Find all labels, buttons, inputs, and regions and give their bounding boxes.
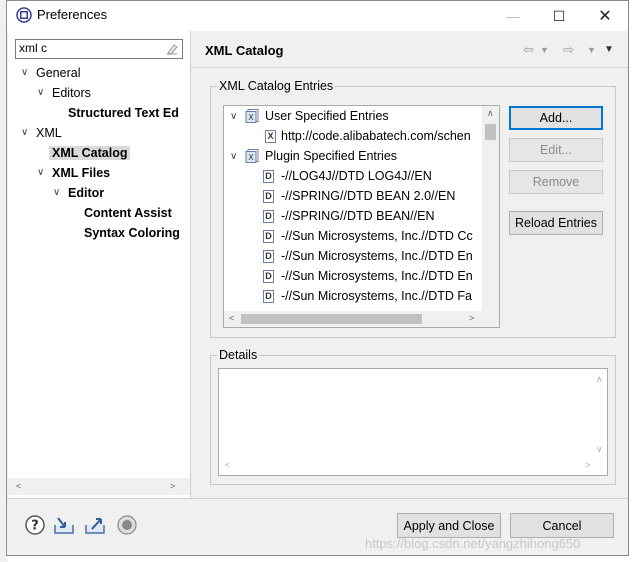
catalog-icon: X [245,149,259,163]
svg-text:?: ? [31,519,39,534]
scroll-left-arrow-icon[interactable]: < [225,460,230,470]
add-button[interactable]: Add... [509,106,603,130]
xml-catalog-entries-label: XML Catalog Entries [217,79,336,93]
forward-dropdown-icon[interactable]: ▼ [587,45,596,55]
collapse-arrow-icon[interactable]: ∨ [230,111,237,122]
remove-button[interactable]: Remove [509,170,603,194]
user-specified-entries-node[interactable]: User Specified Entries [265,109,389,123]
minimize-button[interactable]: — [490,2,536,30]
catalog-icon: X [245,109,259,123]
horizontal-scroll-thumb[interactable] [241,314,422,324]
user-entry-row[interactable]: http://code.alibabatech.com/schen [281,129,481,143]
plugin-entry-row[interactable]: -//Sun Microsystems, Inc.//DTD En [281,249,481,263]
dtd-file-icon: D [263,170,274,183]
xml-file-icon: X [265,130,276,143]
dtd-file-icon: D [263,290,274,303]
tree-item-xml-files[interactable]: XML Files [52,166,110,180]
view-menu-icon[interactable]: ▼ [604,44,614,55]
apply-and-close-button[interactable]: Apply and Close [397,513,501,538]
preference-tree-panel [8,31,191,498]
scroll-right-arrow-icon[interactable]: > [469,313,474,323]
window-title: Preferences [37,7,108,22]
tree-item-xml[interactable]: XML [36,126,62,140]
plugin-entry-row[interactable]: -//Sun Microsystems, Inc.//DTD Cc [281,229,481,243]
tree-item-syntax-coloring[interactable]: Syntax Coloring [84,226,180,240]
details-label: Details [217,348,260,362]
tree-item-general[interactable]: General [36,66,80,80]
header-divider [191,67,628,68]
forward-icon[interactable]: ⇨ [563,42,574,58]
minimize-icon: — [506,8,520,24]
plugin-specified-entries-node[interactable]: Plugin Specified Entries [265,149,397,163]
scroll-down-arrow-icon[interactable]: ∨ [596,444,603,455]
close-button[interactable]: ✕ [582,2,628,30]
reload-entries-button[interactable]: Reload Entries [509,211,603,235]
dtd-file-icon: D [263,270,274,283]
import-icon[interactable] [53,514,75,536]
tree-horizontal-scrollbar[interactable] [8,478,190,495]
scroll-right-arrow-icon[interactable]: > [170,481,175,491]
page-title: XML Catalog [205,43,284,58]
collapse-arrow-icon[interactable]: ∨ [37,87,44,98]
plugin-entry-row[interactable]: -//SPRING//DTD BEAN//EN [281,209,481,223]
tree-item-editors[interactable]: Editors [52,86,91,100]
footer-divider [7,498,628,499]
plugin-entry-row[interactable]: -//SPRING//DTD BEAN 2.0//EN [281,189,481,203]
svg-text:X: X [248,113,254,122]
maximize-button[interactable]: ☐ [536,2,582,30]
dtd-file-icon: D [263,250,274,263]
scrollbar-corner [482,311,499,327]
export-icon[interactable] [84,514,106,536]
plugin-entry-row[interactable]: -//Sun Microsystems, Inc.//DTD En [281,269,481,283]
collapse-arrow-icon[interactable]: ∨ [230,151,237,162]
collapse-arrow-icon[interactable]: ∨ [37,167,44,178]
cancel-button[interactable]: Cancel [510,513,614,538]
scroll-up-arrow-icon[interactable]: ∧ [596,374,603,385]
details-text-area[interactable] [218,368,608,476]
scroll-right-arrow-icon[interactable]: > [585,460,590,470]
maximize-icon: ☐ [552,7,566,24]
tree-item-content-assist[interactable]: Content Assist [84,206,172,220]
dtd-file-icon: D [263,190,274,203]
vertical-scroll-thumb[interactable] [485,124,496,140]
back-icon[interactable]: ⇦ [523,42,534,58]
scroll-left-arrow-icon[interactable]: < [16,481,21,491]
scroll-left-arrow-icon[interactable]: < [229,313,234,323]
dtd-file-icon: D [263,210,274,223]
svg-text:X: X [248,153,254,162]
filter-input-value: xml c [19,41,47,55]
tree-item-editor[interactable]: Editor [68,186,104,200]
back-dropdown-icon[interactable]: ▼ [540,45,549,55]
collapse-arrow-icon[interactable]: ∨ [21,67,28,78]
close-icon: ✕ [598,8,612,25]
plugin-entry-row[interactable]: -//Sun Microsystems, Inc.//DTD Fa [281,289,481,303]
dtd-file-icon: D [263,230,274,243]
plugin-entry-row[interactable]: -//LOG4J//DTD LOG4J//EN [281,169,481,183]
edit-button[interactable]: Edit... [509,138,603,162]
collapse-arrow-icon[interactable]: ∨ [21,127,28,138]
collapse-arrow-icon[interactable]: ∨ [53,187,60,198]
eclipse-app-icon [16,7,32,23]
tree-item-xml-catalog[interactable]: XML Catalog [49,146,131,160]
help-icon[interactable]: ? [24,514,46,536]
oomph-icon[interactable] [116,514,138,536]
watermark-text: https://blog.csdn.net/yangzhihong650 [365,536,581,551]
tree-item-structured-text[interactable]: Structured Text Ed [68,106,179,120]
clear-filter-icon[interactable] [165,42,179,56]
scroll-up-arrow-icon[interactable]: ∧ [487,108,494,119]
